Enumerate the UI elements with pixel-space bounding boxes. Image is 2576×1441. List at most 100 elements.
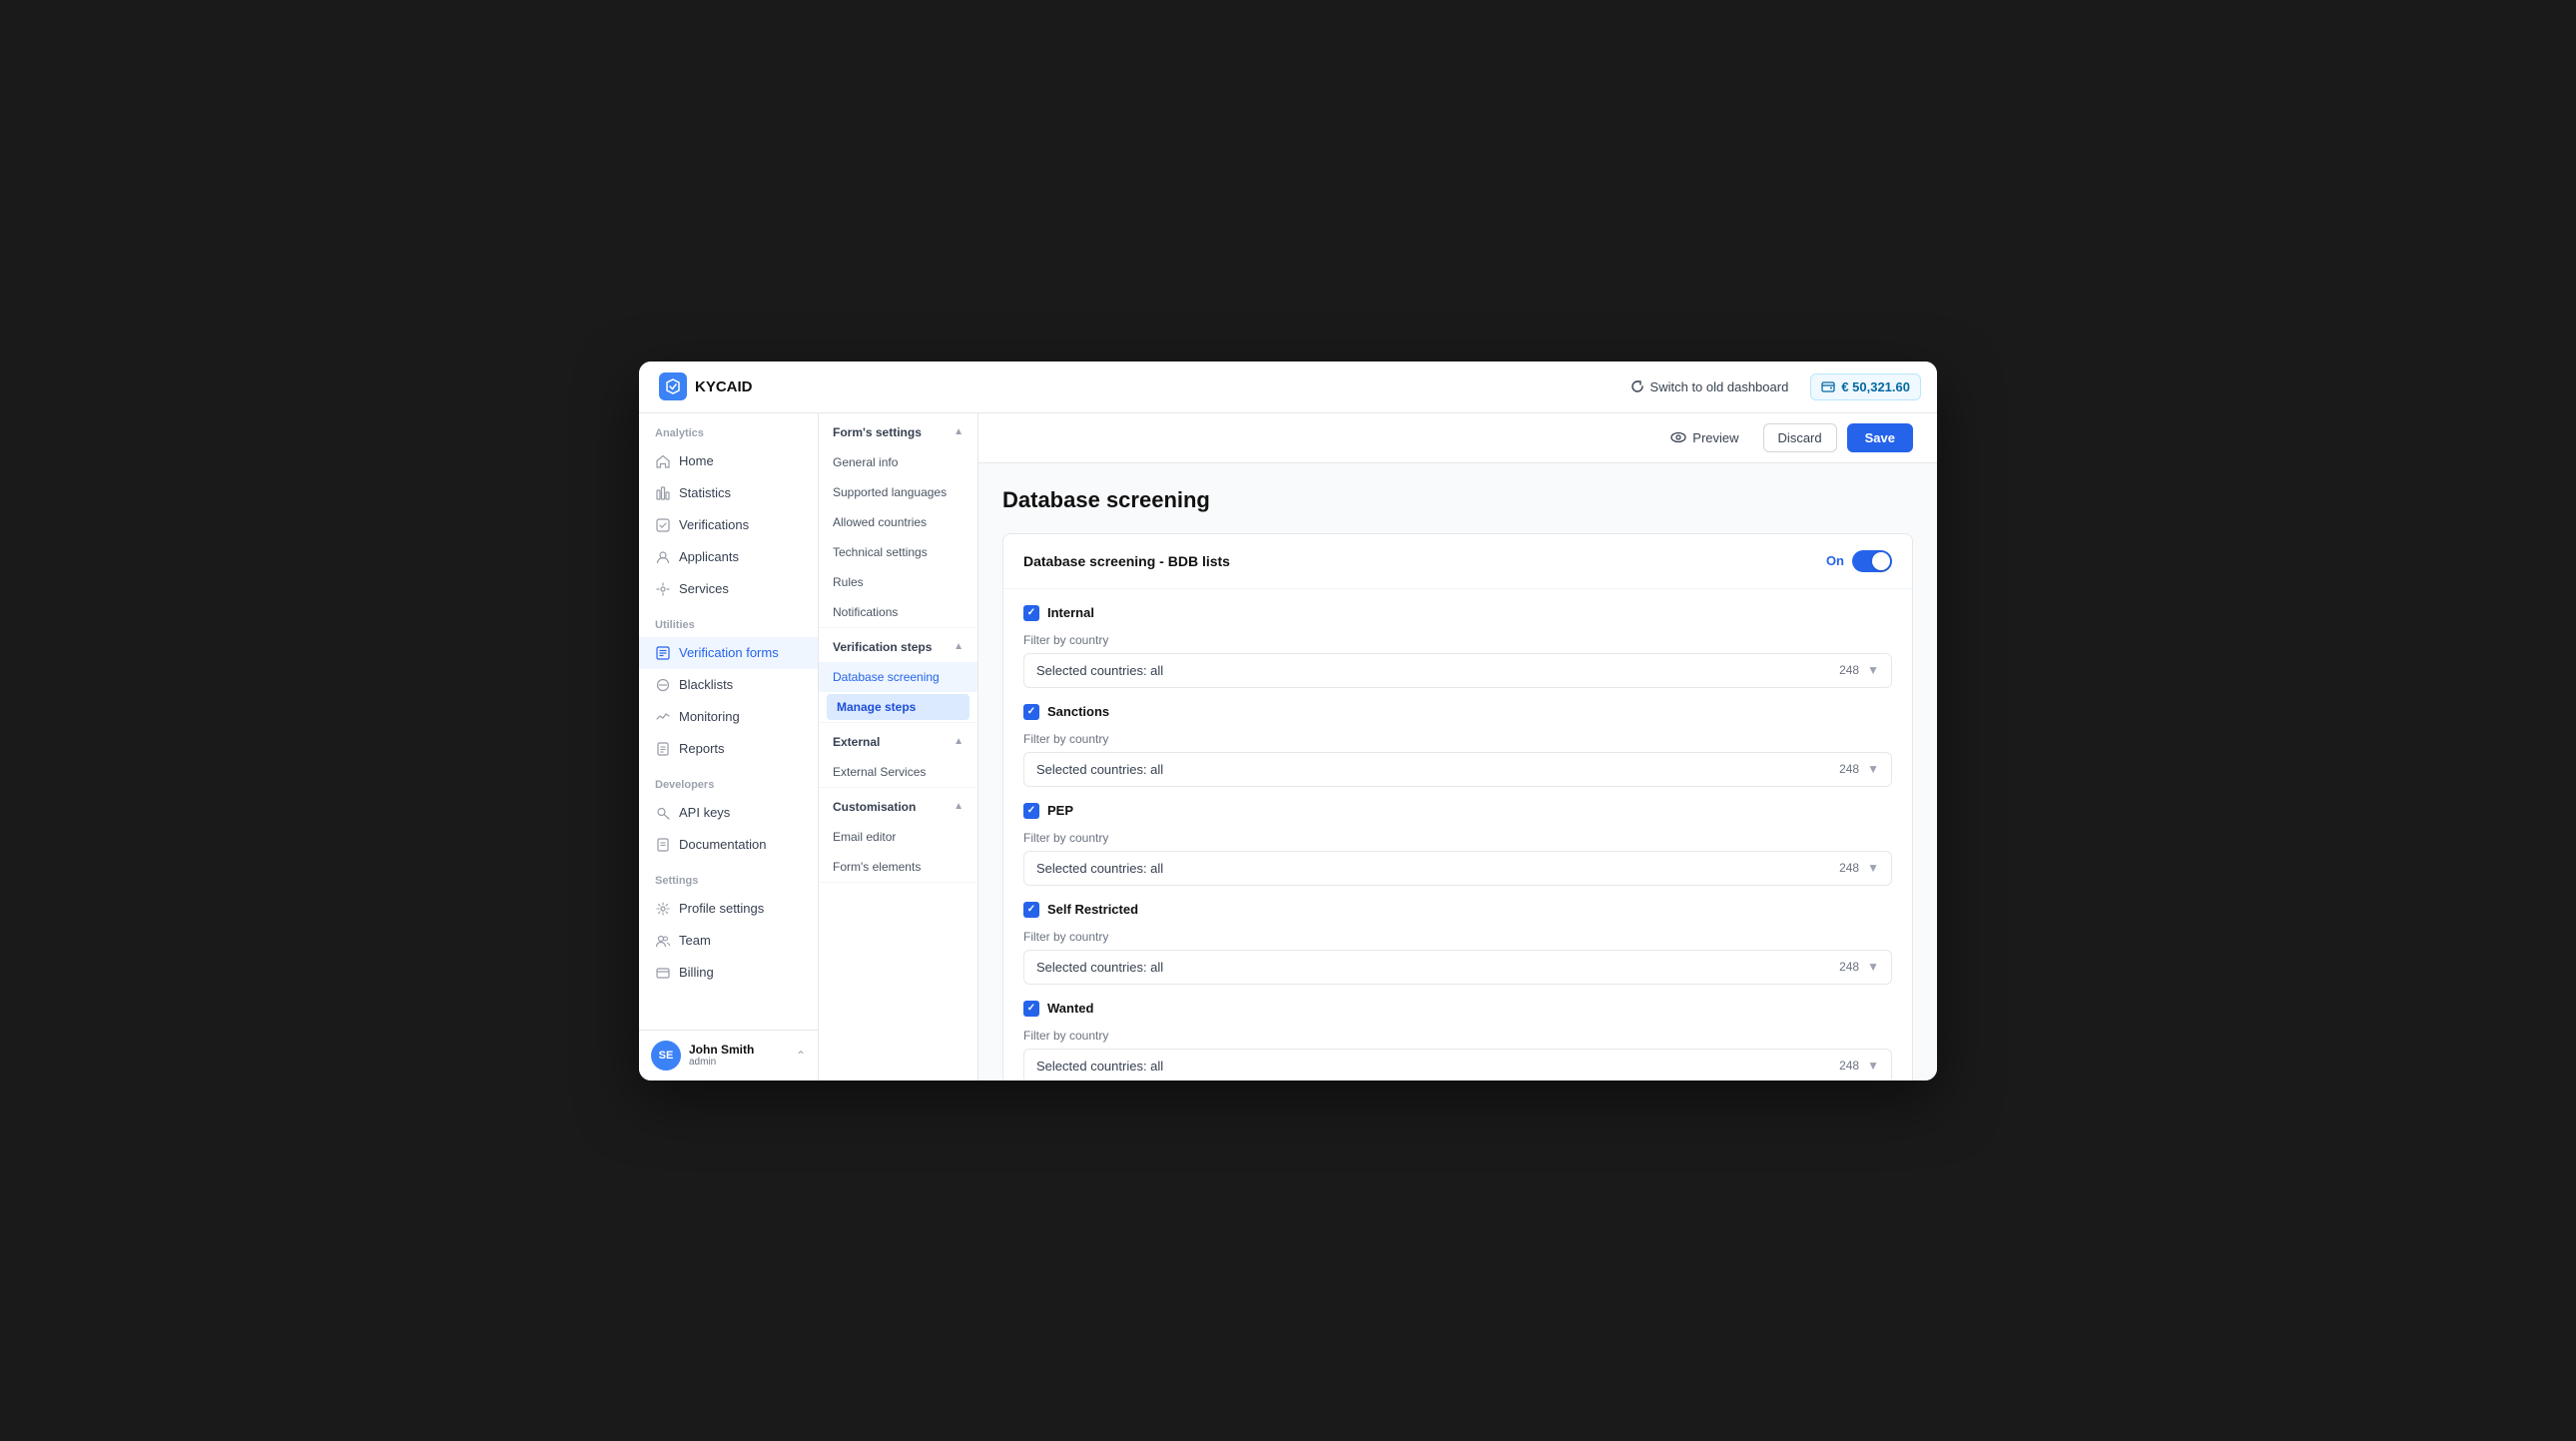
- wanted-check-row: Wanted: [1023, 1001, 1892, 1017]
- internal-select-text: Selected countries: all: [1036, 663, 1839, 678]
- form-settings-section: Form's settings ▲ General info Supported…: [819, 413, 977, 628]
- header-right: Switch to old dashboard € 50,321.60: [1620, 373, 1921, 400]
- sidebar-item-api-keys[interactable]: API keys: [639, 797, 818, 829]
- form-settings-header[interactable]: Form's settings ▲: [819, 413, 977, 447]
- team-icon: [655, 933, 671, 949]
- content-header: Preview Discard Save: [978, 413, 1937, 463]
- sidebar-item-blacklists[interactable]: Blacklists: [639, 669, 818, 701]
- sidebar-item-services[interactable]: Services: [639, 573, 818, 605]
- wallet-icon: [1821, 379, 1835, 393]
- user-menu-chevron: ⌃: [796, 1049, 806, 1063]
- pep-checkbox[interactable]: [1023, 803, 1039, 819]
- internal-checkbox[interactable]: [1023, 605, 1039, 621]
- utilities-section-label: Utilities: [639, 605, 818, 637]
- customisation-section: Customisation ▲ Email editor Form's elem…: [819, 788, 977, 883]
- external-section: External ▲ External Services: [819, 723, 977, 788]
- sidebar-item-team[interactable]: Team: [639, 925, 818, 957]
- sidebar-item-verifications[interactable]: Verifications: [639, 509, 818, 541]
- verification-steps-section: Verification steps ▲ Database screening …: [819, 628, 977, 723]
- verification-steps-header[interactable]: Verification steps ▲: [819, 628, 977, 662]
- customisation-chevron: ▲: [954, 801, 964, 812]
- statistics-icon: [655, 485, 671, 501]
- wanted-checkbox[interactable]: [1023, 1001, 1039, 1017]
- panel-item-supported-languages[interactable]: Supported languages: [819, 477, 977, 507]
- panel-item-database-screening[interactable]: Database screening: [819, 662, 977, 692]
- panel-item-general-info[interactable]: General info: [819, 447, 977, 477]
- toggle-switch[interactable]: [1852, 550, 1892, 572]
- pep-country-select[interactable]: Selected countries: all 248 ▼: [1023, 851, 1892, 886]
- balance-badge: € 50,321.60: [1810, 373, 1921, 400]
- panel-item-email-editor[interactable]: Email editor: [819, 822, 977, 852]
- pep-filter-label: Filter by country: [1023, 831, 1892, 845]
- api-keys-icon: [655, 805, 671, 821]
- card-header: Database screening - BDB lists On: [1003, 534, 1912, 589]
- self-restricted-select-chevron: ▼: [1867, 960, 1879, 974]
- panel-item-external-services[interactable]: External Services: [819, 757, 977, 787]
- panel-item-technical-settings[interactable]: Technical settings: [819, 537, 977, 567]
- main-layout: Analytics Home Statistics Verifications: [639, 413, 1937, 1081]
- pep-select-text: Selected countries: all: [1036, 861, 1839, 876]
- sidebar-item-home[interactable]: Home: [639, 445, 818, 477]
- sanctions-country-select[interactable]: Selected countries: all 248 ▼: [1023, 752, 1892, 787]
- panel-item-allowed-countries[interactable]: Allowed countries: [819, 507, 977, 537]
- avatar: SE: [651, 1041, 681, 1071]
- sanctions-filter-label: Filter by country: [1023, 732, 1892, 746]
- self-restricted-label: Self Restricted: [1047, 902, 1138, 917]
- pep-select-chevron: ▼: [1867, 861, 1879, 875]
- eye-icon: [1670, 429, 1686, 445]
- top-header: KYCAID Switch to old dashboard € 50,321.…: [639, 361, 1937, 413]
- sidebar: Analytics Home Statistics Verifications: [639, 413, 819, 1081]
- toggle-row: On: [1826, 550, 1892, 572]
- sidebar-item-reports[interactable]: Reports: [639, 733, 818, 765]
- sanctions-checkbox[interactable]: [1023, 704, 1039, 720]
- self-restricted-checkbox[interactable]: [1023, 902, 1039, 918]
- middle-panel: Form's settings ▲ General info Supported…: [819, 413, 978, 1081]
- services-icon: [655, 581, 671, 597]
- pep-label: PEP: [1047, 803, 1073, 818]
- switch-dashboard-button[interactable]: Switch to old dashboard: [1620, 373, 1799, 400]
- billing-icon: [655, 965, 671, 981]
- panel-item-form-elements[interactable]: Form's elements: [819, 852, 977, 882]
- panel-item-notifications[interactable]: Notifications: [819, 597, 977, 627]
- panel-item-rules[interactable]: Rules: [819, 567, 977, 597]
- internal-country-select[interactable]: Selected countries: all 248 ▼: [1023, 653, 1892, 688]
- sidebar-item-billing[interactable]: Billing: [639, 957, 818, 989]
- sanctions-select-chevron: ▼: [1867, 762, 1879, 776]
- internal-select-chevron: ▼: [1867, 663, 1879, 677]
- sidebar-item-statistics[interactable]: Statistics: [639, 477, 818, 509]
- sidebar-item-monitoring[interactable]: Monitoring: [639, 701, 818, 733]
- internal-check-row: Internal: [1023, 605, 1892, 621]
- sidebar-item-applicants[interactable]: Applicants: [639, 541, 818, 573]
- preview-button[interactable]: Preview: [1656, 423, 1752, 451]
- user-menu[interactable]: SE John Smith admin ⌃: [639, 1030, 818, 1081]
- self-restricted-country-select[interactable]: Selected countries: all 248 ▼: [1023, 950, 1892, 985]
- external-chevron: ▲: [954, 736, 964, 747]
- sidebar-item-verification-forms[interactable]: Verification forms: [639, 637, 818, 669]
- card-body: Internal Filter by country Selected coun…: [1003, 589, 1912, 1081]
- customisation-header[interactable]: Customisation ▲: [819, 788, 977, 822]
- page-title: Database screening: [1002, 487, 1913, 513]
- analytics-section-label: Analytics: [639, 413, 818, 445]
- sidebar-item-profile-settings[interactable]: Profile settings: [639, 893, 818, 925]
- sanctions-label: Sanctions: [1047, 704, 1109, 719]
- reports-icon: [655, 741, 671, 757]
- refresh-icon: [1630, 379, 1644, 393]
- developers-section-label: Developers: [639, 765, 818, 797]
- card-title: Database screening - BDB lists: [1023, 553, 1230, 569]
- sidebar-item-documentation[interactable]: Documentation: [639, 829, 818, 861]
- external-header[interactable]: External ▲: [819, 723, 977, 757]
- pep-select-badge: 248: [1839, 861, 1859, 875]
- database-screening-card: Database screening - BDB lists On Intern…: [1002, 533, 1913, 1081]
- self-restricted-check-row: Self Restricted: [1023, 902, 1892, 918]
- discard-button[interactable]: Discard: [1763, 423, 1837, 452]
- user-role: admin: [689, 1057, 788, 1068]
- sanctions-select-badge: 248: [1839, 762, 1859, 776]
- verifications-icon: [655, 517, 671, 533]
- wanted-country-select[interactable]: Selected countries: all 248 ▼: [1023, 1049, 1892, 1081]
- form-settings-chevron: ▲: [954, 426, 964, 437]
- content-body: Database screening Database screening - …: [978, 463, 1937, 1081]
- logo-area: KYCAID: [659, 372, 753, 400]
- save-button[interactable]: Save: [1847, 423, 1913, 452]
- panel-item-manage-steps[interactable]: Manage steps: [827, 694, 969, 720]
- verification-forms-icon: [655, 645, 671, 661]
